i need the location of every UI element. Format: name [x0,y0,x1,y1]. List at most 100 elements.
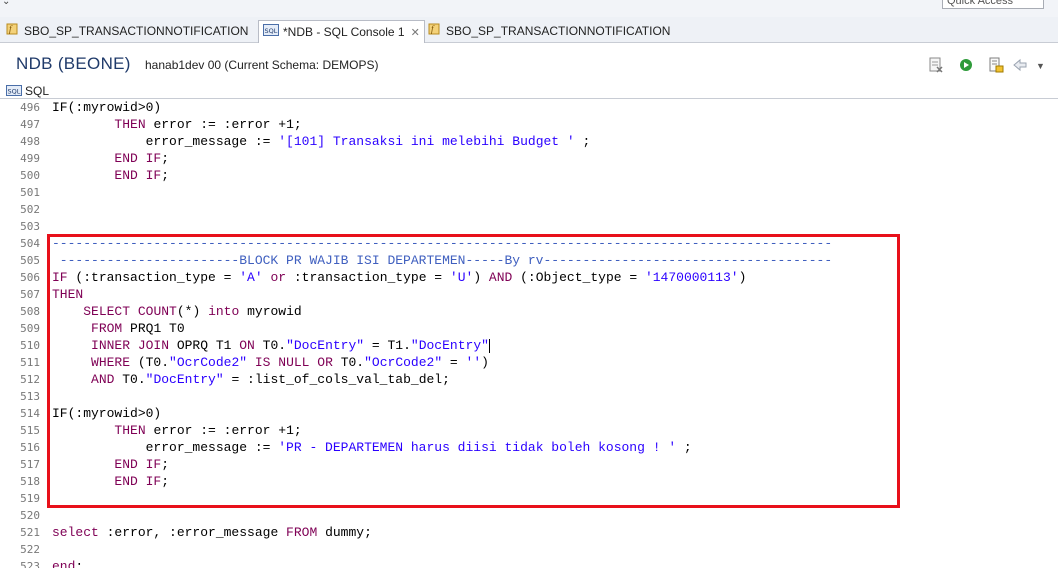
code-text: END IF; [52,473,169,490]
sql-keyword: THEN [52,287,84,302]
code-text: THEN error := :error +1; [52,116,302,133]
tab-procedure-1[interactable]: f SBO_SP_TRANSACTIONNOTIFICATION [6,20,248,43]
code-line[interactable]: 517 END IF; [0,456,1058,473]
procedure-icon: f [428,20,442,43]
sql-string: "DocEntry" [410,338,489,353]
sql-keyword: WHERE [91,355,131,370]
code-line[interactable]: 497 THEN error := :error +1; [0,116,1058,133]
code-line[interactable]: 499 END IF; [0,150,1058,167]
code-line[interactable]: 519 [0,490,1058,507]
sql-token: ; [574,134,591,149]
line-number: 506 [20,271,40,284]
sql-keyword: FROM [91,321,123,336]
code-text: end; [52,558,83,568]
code-line[interactable]: 504 -------------------------------------… [0,235,1058,252]
line-number: 517 [20,458,40,471]
code-line[interactable]: 502 [0,201,1058,218]
back-icon[interactable] [1012,57,1028,77]
sql-comment: ----------------------------------------… [52,236,833,251]
tab-label: *NDB - SQL Console 1 [283,25,405,39]
quick-access-input[interactable]: Quick Access [942,0,1044,9]
line-number: 508 [20,305,40,318]
editor-tab-bar: f SBO_SP_TRANSACTIONNOTIFICATION SQL *ND… [0,17,1058,43]
code-line[interactable]: 516 error_message := 'PR - DEPARTEMEN ha… [0,439,1058,456]
sql-token: T0. [332,355,365,370]
connection-title: NDB (BEONE) [16,54,131,73]
sql-comment: -----------------------BLOCK PR WAJIB IS… [52,253,833,268]
code-text: AND T0."DocEntry" = :list_of_cols_val_ta… [52,371,450,388]
code-line[interactable]: 496 IF(:myrowid>0) [0,99,1058,116]
sql-keyword: AND [91,372,115,387]
code-line[interactable]: 507 THEN [0,286,1058,303]
sql-keyword: SELECT [83,304,131,319]
code-line[interactable]: 523 end; [0,558,1058,568]
sql-string: "DocEntry" [286,338,365,353]
code-line[interactable]: 514 IF(:myrowid>0) [0,405,1058,422]
code-line[interactable]: 520 [0,507,1058,524]
chevron-down-icon[interactable]: ▼ [1036,57,1045,75]
code-line[interactable]: 518 END IF; [0,473,1058,490]
code-text: END IF; [52,150,169,167]
code-line[interactable]: 508 SELECT COUNT(*) into myrowid [0,303,1058,320]
disconnect-icon[interactable] [928,57,944,77]
code-line[interactable]: 500 END IF; [0,167,1058,184]
tab-label: SBO_SP_TRANSACTIONNOTIFICATION [24,24,249,38]
sql-string: 'U' [449,270,474,285]
line-number: 518 [20,475,40,488]
code-line[interactable]: 509 FROM PRQ1 T0 [0,320,1058,337]
svg-text:SQL: SQL [265,27,278,35]
code-line[interactable]: 522 [0,541,1058,558]
code-text: END IF; [52,456,169,473]
line-number: 519 [20,492,40,505]
line-number: 504 [20,237,40,250]
sql-keyword: END IF [114,168,162,183]
code-line[interactable]: 515 THEN error := :error +1; [0,422,1058,439]
line-number: 511 [20,356,40,369]
sql-editor[interactable]: 496 IF(:myrowid>0) 497 THEN error := :erro… [0,99,1058,568]
chevron-down-icon[interactable]: ⌄ [2,0,10,7]
line-number: 521 [20,526,40,539]
code-text: error_message := '[101] Transaksi ini me… [52,133,591,150]
code-line[interactable]: 513 [0,388,1058,405]
sql-string: '' [465,355,482,370]
code-line[interactable]: 511 WHERE (T0."OcrCode2" IS NULL OR T0."… [0,354,1058,371]
explain-plan-icon[interactable] [988,57,1004,77]
tab-sql[interactable]: SQL SQL [6,83,49,99]
text-cursor [488,338,490,353]
line-number: 523 [20,560,40,568]
sql-token: error := :error +1; [145,117,302,132]
code-line[interactable]: 505 -----------------------BLOCK PR WAJI… [0,252,1058,269]
code-line[interactable]: 503 [0,218,1058,235]
sql-keyword: IS NULL OR [254,355,333,370]
line-number: 512 [20,373,40,386]
sql-token: ) [481,355,489,370]
sql-token: = :list_of_cols_val_tab_del; [223,372,450,387]
code-line[interactable]: 506 IF (:transaction_type = 'A' or :trans… [0,269,1058,286]
sql-keyword: into [208,304,240,319]
code-line[interactable]: 521 select :error, :error_message FROM du… [0,524,1058,541]
code-line[interactable]: 501 [0,184,1058,201]
sql-token: = T1. [364,338,411,353]
close-icon[interactable]: ✕ [411,27,420,39]
line-number: 516 [20,441,40,454]
line-number: 500 [20,169,40,182]
code-line[interactable]: 498 error_message := '[101] Transaksi in… [0,133,1058,150]
sql-token: (*) [176,304,209,319]
tab-sql-console[interactable]: SQL *NDB - SQL Console 1 ✕ [258,20,425,43]
window-top-strip: ⌄ Quick Access [0,0,1058,17]
code-text: IF (:transaction_type = 'A' or :transact… [52,269,746,286]
code-text: END IF; [52,167,169,184]
code-text: THEN [52,286,83,303]
tab-procedure-2[interactable]: f SBO_SP_TRANSACTIONNOTIFICATION [428,20,670,43]
code-line[interactable]: 510 INNER JOIN OPRQ T1 ON T0."DocEntry" … [0,337,1058,354]
code-line[interactable]: 512 AND T0."DocEntry" = :list_of_cols_va… [0,371,1058,388]
execute-icon[interactable] [958,57,974,77]
line-number: 513 [20,390,40,403]
